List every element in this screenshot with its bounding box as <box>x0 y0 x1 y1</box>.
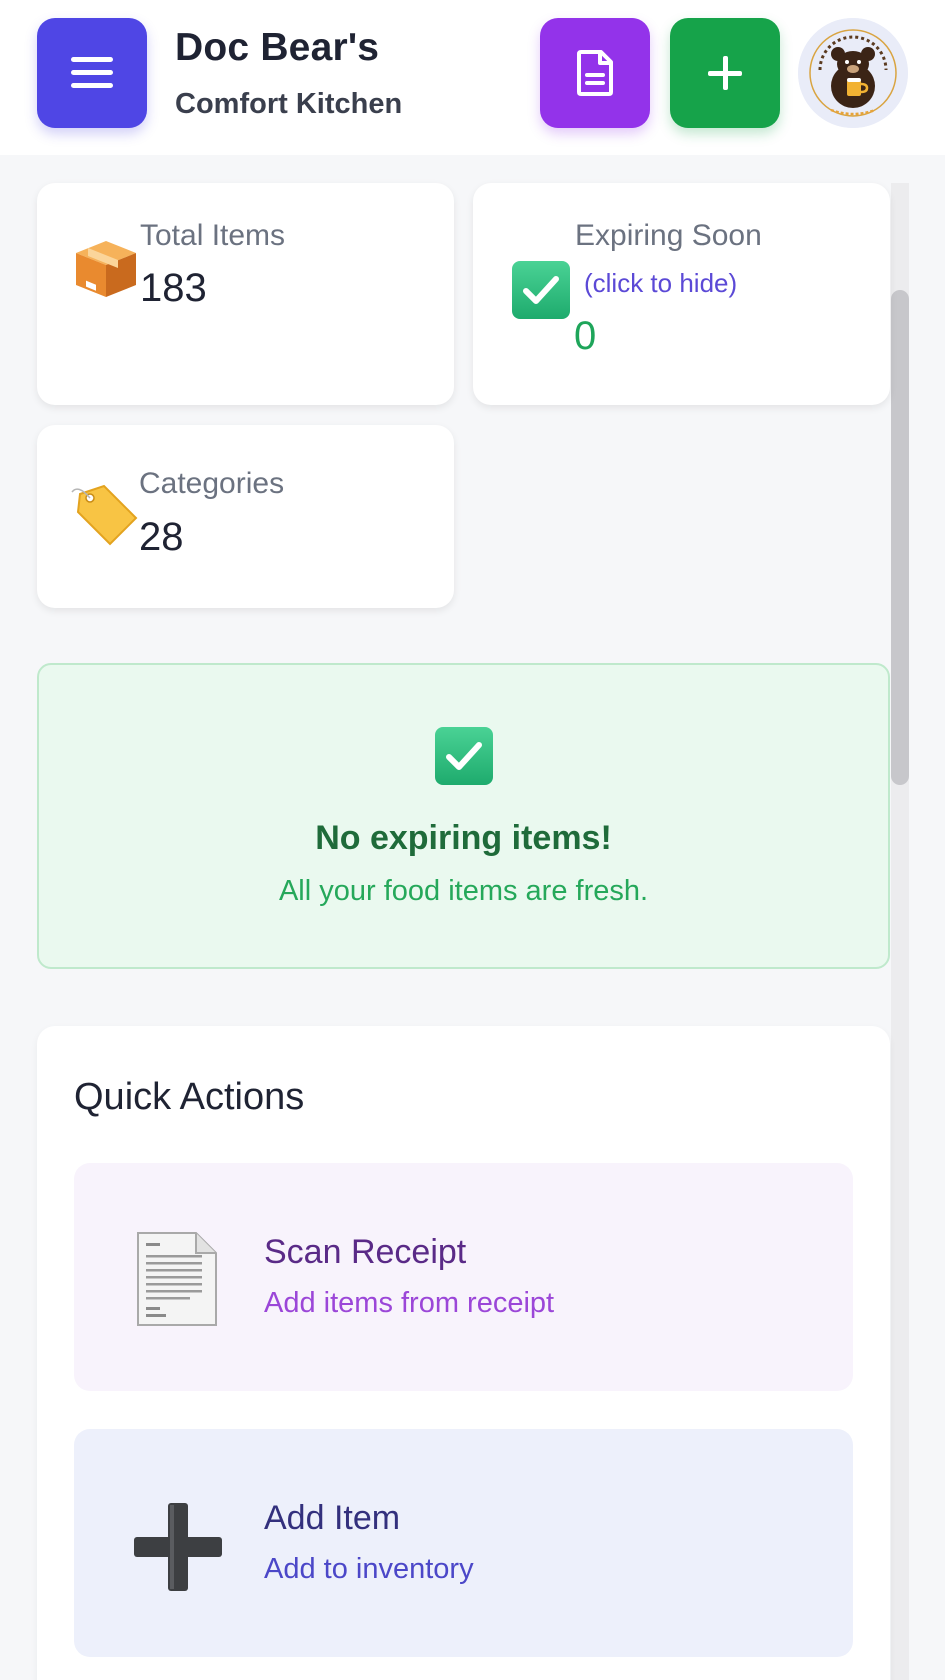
plus-icon <box>134 1503 222 1591</box>
total-items-card: Total Items 183 <box>37 183 454 405</box>
plus-icon <box>708 56 742 90</box>
categories-card: Categories 28 <box>37 425 454 608</box>
no-expiring-notice: No expiring items! All your food items a… <box>37 663 890 969</box>
app-header: Doc Bear's Comfort Kitchen <box>0 0 945 155</box>
receipt-icon <box>137 1232 217 1326</box>
add-header-button[interactable] <box>670 18 780 128</box>
hamburger-menu-icon <box>71 57 113 89</box>
quick-actions-title: Quick Actions <box>74 1076 305 1118</box>
expiring-soon-label: Expiring Soon <box>575 219 762 252</box>
expiring-soon-value: 0 <box>574 314 597 358</box>
menu-button[interactable] <box>37 18 147 128</box>
app-title: Doc Bear's <box>175 26 380 69</box>
check-mark-icon <box>435 727 493 785</box>
add-item-action[interactable]: Add Item Add to inventory <box>74 1429 853 1657</box>
app-subtitle: Comfort Kitchen <box>175 88 403 120</box>
notice-title: No expiring items! <box>315 819 612 857</box>
expiring-soon-card[interactable]: Expiring Soon (click to hide) 0 <box>473 183 890 405</box>
scrollbar-thumb[interactable] <box>891 290 909 785</box>
check-mark-icon <box>512 261 570 319</box>
tag-icon <box>71 484 138 546</box>
bear-logo-icon <box>798 18 908 128</box>
scan-receipt-header-button[interactable] <box>540 18 650 128</box>
click-to-hide-link[interactable]: (click to hide) <box>584 268 737 299</box>
scan-receipt-title: Scan Receipt <box>264 1233 467 1271</box>
package-icon <box>76 241 136 297</box>
avatar-logo[interactable] <box>798 18 908 128</box>
scan-receipt-action[interactable]: Scan Receipt Add items from receipt <box>74 1163 853 1391</box>
add-item-title: Add Item <box>264 1499 401 1537</box>
categories-label: Categories <box>139 467 285 500</box>
add-item-subtitle: Add to inventory <box>264 1553 474 1585</box>
app-screen: Doc Bear's Comfort Kitchen Total Items 1… <box>0 0 945 1680</box>
total-items-value: 183 <box>140 266 207 310</box>
scan-receipt-subtitle: Add items from receipt <box>264 1287 555 1319</box>
document-icon <box>577 50 613 96</box>
notice-message: All your food items are fresh. <box>278 875 649 907</box>
total-items-label: Total Items <box>140 219 286 252</box>
categories-value: 28 <box>139 515 184 559</box>
